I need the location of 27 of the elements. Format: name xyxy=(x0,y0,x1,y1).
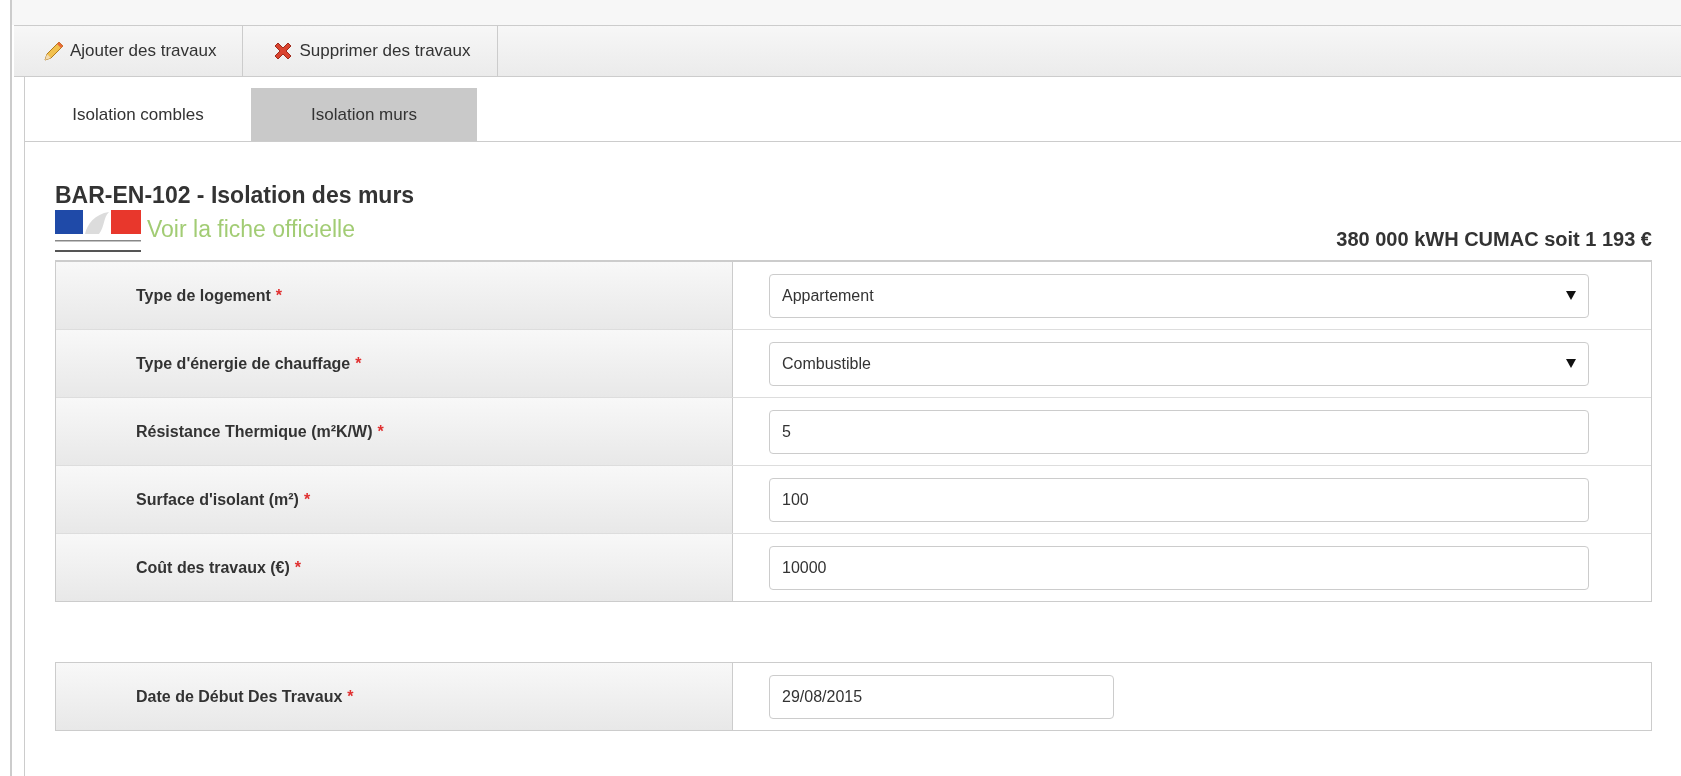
toolbar-button[interactable]: Supprimer des travaux xyxy=(243,26,498,76)
field-label: Type de logement xyxy=(136,286,271,305)
tab[interactable]: Isolation murs xyxy=(251,88,477,141)
input-field[interactable]: 10000 xyxy=(769,545,1589,590)
required-mark: * xyxy=(303,490,311,509)
dropdown[interactable]: Appartement xyxy=(769,273,1589,318)
section-title: BAR-EN-102 - Isolation des murs xyxy=(55,182,416,209)
required-mark: * xyxy=(355,354,362,373)
field-label: Coût des travaux (€) xyxy=(136,558,290,577)
caret-icon xyxy=(1566,359,1576,368)
toolbar-button[interactable]: Ajouter des travaux xyxy=(14,26,244,76)
required-mark: * xyxy=(347,687,354,706)
required-mark: * xyxy=(294,558,302,577)
date-field[interactable]: 29/08/2015 xyxy=(769,674,1114,719)
field-label: Surface d'isolant (m²) xyxy=(136,490,299,509)
pencil-icon xyxy=(42,39,66,63)
field-label: Résistance Thermique (m²K/W) xyxy=(136,422,373,441)
dropdown[interactable]: Combustible xyxy=(769,341,1589,386)
field-label: Date de Début Des Travaux xyxy=(136,687,343,706)
input-field[interactable]: 5 xyxy=(769,409,1589,454)
required-mark: * xyxy=(275,286,283,305)
tab[interactable]: Isolation combles xyxy=(25,88,251,141)
caret-icon xyxy=(1566,291,1576,300)
required-mark: * xyxy=(377,422,384,441)
field-label: Type d'énergie de chauffage xyxy=(136,354,351,373)
input-field[interactable]: 100 xyxy=(769,477,1589,522)
total-amount: 380 000 kWH CUMAC soit 1 193 € xyxy=(1336,228,1652,251)
